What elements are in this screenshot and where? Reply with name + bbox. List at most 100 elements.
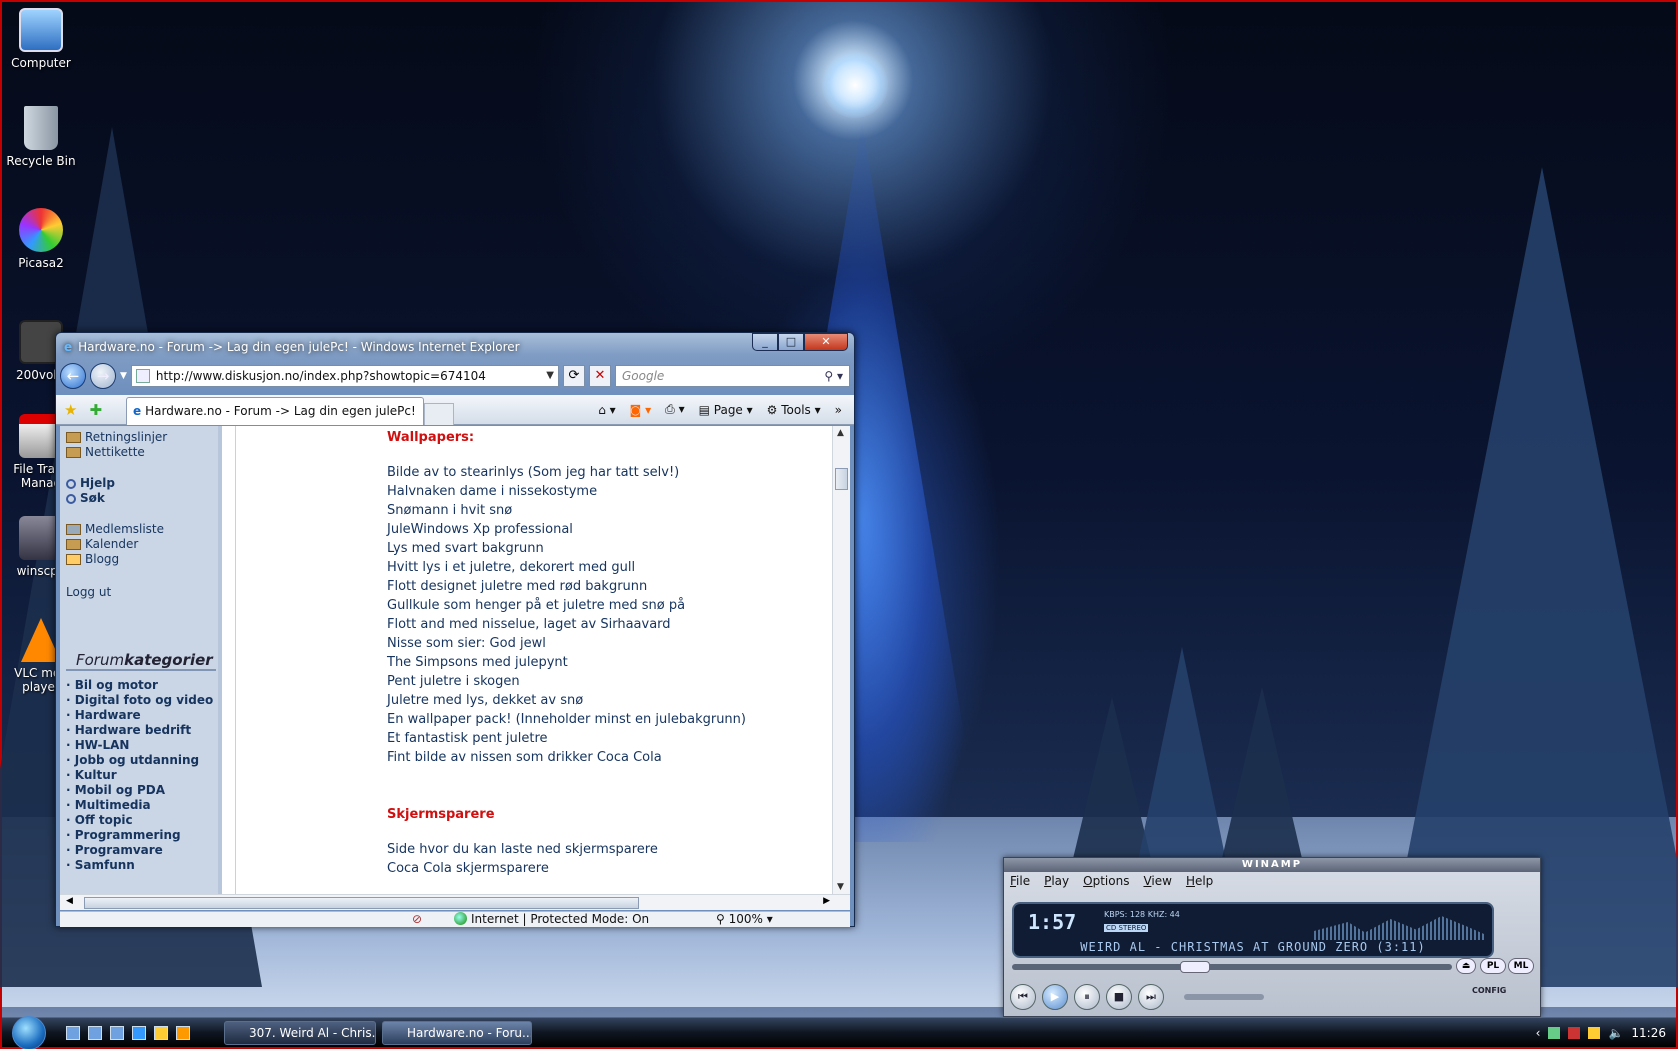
ie-icon[interactable] [132,1026,146,1040]
refresh-button[interactable]: ⟳ [563,365,585,387]
show-desktop-icon[interactable] [66,1026,80,1040]
sidebar-link-medlemsliste[interactable]: Medlemsliste [66,522,218,537]
next-button[interactable]: ⏭ [1138,984,1164,1010]
category-item[interactable]: Multimedia [66,798,213,813]
favorites-star-icon[interactable]: ★ [64,401,77,419]
new-tab-button[interactable] [424,402,454,425]
screensaver-link[interactable]: Coca Cola skjermsparere [387,859,832,878]
sidebar-link-retningslinjer[interactable]: Retningslinjer [66,430,218,445]
category-item[interactable]: Programmering [66,828,213,843]
category-item[interactable]: Programvare [66,843,213,858]
switch-windows-icon[interactable] [88,1026,102,1040]
minimize-button[interactable]: _ [752,333,778,351]
seek-bar[interactable] [1012,961,1452,973]
security-icon[interactable] [1568,1027,1581,1039]
outlook-icon[interactable] [154,1026,168,1040]
wallpaper-link[interactable]: En wallpaper pack! (Inneholder minst en … [387,710,832,729]
wallpaper-link[interactable]: Et fantastisk pent juletre [387,729,832,748]
taskbar-button-ie[interactable]: Hardware.no - Foru... [382,1021,532,1045]
category-item[interactable]: Jobb og utdanning [66,753,213,768]
scroll-thumb[interactable] [84,897,639,909]
security-zone[interactable]: Internet | Protected Mode: On [454,912,649,927]
seek-thumb[interactable] [1180,961,1210,973]
menu-play[interactable]: Play [1044,872,1069,890]
wallpaper-link[interactable]: Bilde av to stearinlys (Som jeg har tatt… [387,463,832,482]
category-item[interactable]: Hardware [66,708,213,723]
taskbar-button-winamp[interactable]: 307. Weird Al - Chris... [224,1021,376,1045]
wallpaper-link[interactable]: Hvitt lys i et juletre, dekorert med gul… [387,558,832,577]
menu-file[interactable]: File [1010,872,1030,890]
category-item[interactable]: HW-LAN [66,738,213,753]
sidebar-link-blogg[interactable]: Blogg [66,552,218,567]
menu-options[interactable]: Options [1083,872,1129,890]
category-item[interactable]: Kultur [66,768,213,783]
wallpaper-link[interactable]: Halvnaken dame i nissekostyme [387,482,832,501]
search-icon[interactable]: ⚲ ▾ [824,366,843,386]
visualizer[interactable] [1314,916,1484,940]
start-button[interactable] [12,1016,46,1049]
tray-expand-icon[interactable]: ‹ [1536,1026,1541,1040]
wallpaper-link[interactable]: JuleWindows Xp professional [387,520,832,539]
scroll-thumb[interactable] [835,468,848,490]
stop-button[interactable]: ✕ [589,365,611,387]
elapsed-time[interactable]: 1:57 [1028,910,1076,934]
add-favorite-icon[interactable]: ✚ [89,401,102,419]
wallpaper-link[interactable]: The Simpsons med julepynt [387,653,832,672]
volume-slider[interactable] [1184,994,1264,1000]
wallpaper-link[interactable]: Nisse som sier: God jewl [387,634,832,653]
category-item[interactable]: Hardware bedrift [66,723,213,738]
wallpaper-link[interactable]: Gullkule som henger på et juletre med sn… [387,596,832,615]
network-icon[interactable] [1548,1027,1561,1039]
desktop-icon-computer[interactable]: Computer [6,8,76,70]
print-icon[interactable]: ⎙ ▾ [665,402,684,417]
vertical-scrollbar[interactable]: ▲ ▼ [832,426,850,894]
volume-icon[interactable]: 🔈 [1608,1026,1623,1040]
horizontal-scrollbar[interactable]: ◀ ▶ [60,894,850,910]
rss-feed-icon[interactable]: ◙ ▾ [630,403,651,417]
popup-blocker-icon[interactable]: ⊘ [412,912,422,927]
menu-help[interactable]: Help [1186,872,1213,890]
playlist-toggle[interactable]: PL [1480,958,1506,974]
sidebar-link-logout[interactable]: Logg ut [66,585,218,600]
forward-button[interactable]: → [90,363,116,389]
search-input[interactable]: Google ⚲ ▾ [615,365,850,387]
winamp-tray-icon[interactable] [1588,1027,1601,1039]
sidebar-link-kalender[interactable]: Kalender [66,537,218,552]
chevron-down-icon[interactable]: ▼ [546,366,554,386]
desktop-icon-picasa[interactable]: Picasa2 [6,208,76,270]
tools-menu[interactable]: ⚙ Tools ▾ [767,403,821,417]
desktop-icon-recycle-bin[interactable]: Recycle Bin [6,106,76,168]
tab-hardware-forum[interactable]: e Hardware.no - Forum -> Lag din egen ju… [126,396,424,425]
scroll-right-icon[interactable]: ▶ [823,896,830,906]
wallpaper-link[interactable]: Flott and med nisselue, laget av Sirhaav… [387,615,832,634]
home-icon[interactable]: ⌂ ▾ [598,403,615,417]
media-library-toggle[interactable]: ML [1508,958,1534,974]
config-button[interactable]: CONFIG [1472,986,1506,995]
winamp-icon[interactable] [176,1026,190,1040]
eject-toggle[interactable]: ⏏ [1456,958,1476,974]
category-item[interactable]: Bil og motor [66,678,213,693]
scroll-down-icon[interactable]: ▼ [837,882,844,892]
sidebar-link-hjelp[interactable]: Hjelp [66,476,218,491]
sidebar-link-nettikette[interactable]: Nettikette [66,445,218,460]
sidebar-link-sok[interactable]: Søk [66,491,218,506]
close-button[interactable]: ✕ [804,333,848,351]
category-item[interactable]: Samfunn [66,858,213,873]
chevron-right-icon[interactable]: » [835,403,842,417]
previous-button[interactable]: ⏮ [1010,984,1036,1010]
maximize-button[interactable]: □ [778,333,804,351]
address-input[interactable]: http://www.diskusjon.no/index.php?showto… [130,365,559,387]
play-button[interactable]: ▶ [1042,984,1068,1010]
stop-button[interactable]: ■ [1106,984,1132,1010]
menu-view[interactable]: View [1143,872,1171,890]
wallpaper-link[interactable]: Flott designet juletre med rød bakgrunn [387,577,832,596]
explorer-icon[interactable] [110,1026,124,1040]
category-item[interactable]: Mobil og PDA [66,783,213,798]
wallpaper-link[interactable]: Juletre med lys, dekket av snø [387,691,832,710]
history-dropdown-icon[interactable]: ▼ [120,371,127,381]
back-button[interactable]: ← [60,363,86,389]
clock[interactable]: 11:26 [1631,1026,1666,1040]
wallpaper-link[interactable]: Fint bilde av nissen som drikker Coca Co… [387,748,832,767]
category-item[interactable]: Off topic [66,813,213,828]
wallpaper-link[interactable]: Lys med svart bakgrunn [387,539,832,558]
